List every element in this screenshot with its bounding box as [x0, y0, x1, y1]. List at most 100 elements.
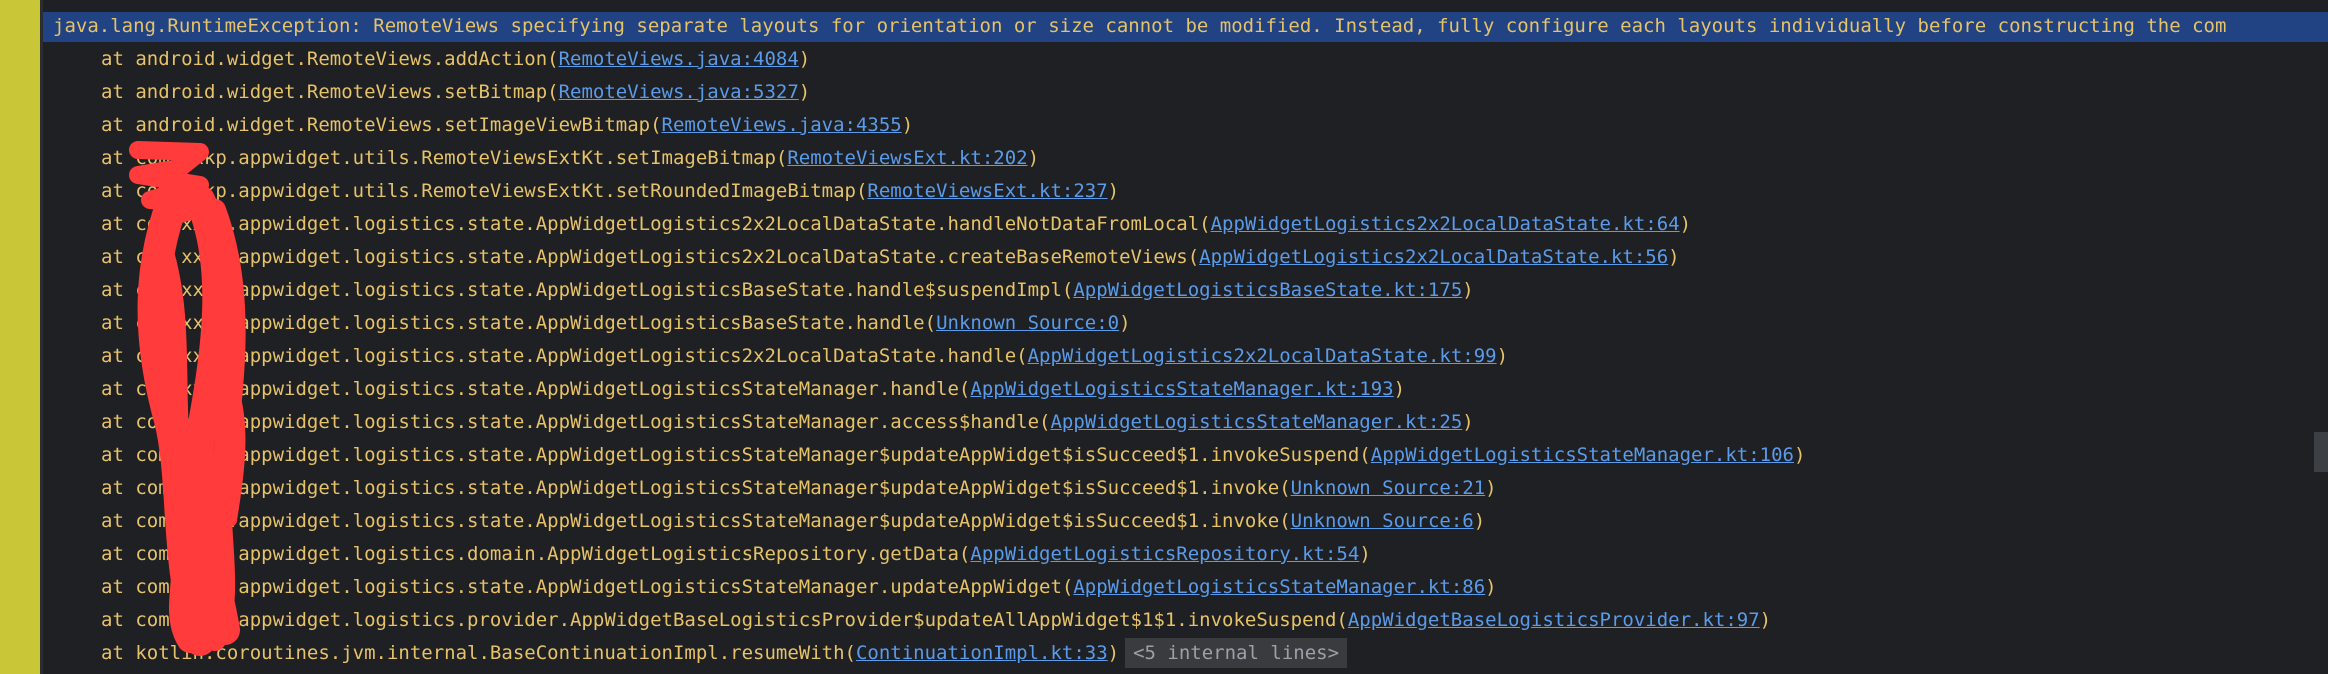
log-message: at com.xxkp.appwidget.logistics.state.Ap… [53, 208, 1691, 241]
log-text: com.xxkp.appwidget.logistics.state.AppWi… [135, 576, 1074, 598]
log-message: at com.xxkp.appwidget.logistics.state.Ap… [53, 571, 1497, 604]
log-text-suffix: ) [798, 81, 811, 103]
log-message: at android.widget.RemoteViews.addAction(… [53, 43, 810, 76]
log-text-suffix: ) [1496, 345, 1509, 367]
log-message: at com.xxkp.appwidget.logistics.state.Ap… [53, 505, 1485, 538]
stack-prefix: at [101, 477, 136, 499]
log-text-suffix: ) [1485, 576, 1497, 598]
log-message: at com.xxkp.appwidget.logistics.state.Ap… [53, 406, 1474, 439]
source-link[interactable]: ContinuationImpl.kt:33 [856, 642, 1108, 664]
log-text-suffix: ) [1393, 378, 1406, 400]
log-text: com.xxkp.appwidget.logistics.state.AppWi… [135, 477, 1291, 499]
source-link[interactable]: RemoteViews.java:4084 [559, 48, 799, 70]
log-text: android.widget.RemoteViews.addAction( [135, 48, 559, 70]
source-link[interactable]: RemoteViews.java:4355 [662, 114, 902, 136]
source-link[interactable]: Unknown Source:0 [936, 312, 1119, 334]
source-link[interactable]: AppWidgetLogisticsStateManager.kt:25 [1050, 411, 1462, 433]
stack-prefix: at [101, 378, 136, 400]
log-text: com.xxkp.appwidget.logistics.state.AppWi… [135, 213, 1211, 235]
source-link[interactable]: AppWidgetLogistics2x2LocalDataState.kt:6… [1211, 213, 1680, 235]
log-text-suffix: ) [1668, 246, 1680, 268]
log-text: com.xxkp.appwidget.logistics.state.AppWi… [135, 510, 1291, 532]
log-text: android.widget.RemoteViews.setBitmap( [135, 81, 559, 103]
log-text-suffix: ) [1794, 444, 1806, 466]
log-text: com.xxkp.appwidget.logistics.state.AppWi… [135, 345, 1028, 367]
log-message: at com.xxkp.appwidget.utils.RemoteViewsE… [53, 175, 1119, 208]
stack-prefix: at [101, 345, 136, 367]
stack-prefix: at [101, 81, 136, 103]
log-text: com.xxkp.appwidget.logistics.state.AppWi… [135, 411, 1051, 433]
stack-prefix: at [101, 279, 136, 301]
log-message: at kotlin.coroutines.jvm.internal.BaseCo… [53, 637, 1348, 670]
log-text-suffix: ) [1759, 609, 1772, 631]
log-text-suffix: ) [1473, 510, 1486, 532]
log-text-suffix: ) [1107, 180, 1120, 202]
source-link[interactable]: AppWidgetLogisticsStateManager.kt:86 [1073, 576, 1485, 598]
log-message: at com.xxkp.appwidget.logistics.state.Ap… [53, 307, 1131, 340]
source-link[interactable]: Unknown Source:21 [1291, 477, 1485, 499]
log-text: com.xxkp.appwidget.logistics.state.AppWi… [135, 444, 1371, 466]
stack-prefix: at [101, 147, 136, 169]
source-link[interactable]: AppWidgetLogisticsRepository.kt:54 [970, 543, 1359, 565]
log-text-suffix: ) [1462, 411, 1474, 433]
stack-prefix: at [101, 609, 136, 631]
log-text-suffix: ) [1359, 543, 1371, 565]
stack-prefix: at [101, 213, 136, 235]
scrollbar-thumb[interactable] [2314, 432, 2328, 472]
log-text: com.xxkp.appwidget.logistics.state.AppWi… [135, 246, 1200, 268]
log-message: at com.xxkp.appwidget.utils.RemoteViewsE… [53, 142, 1039, 175]
folded-lines-button[interactable]: <5 internal lines> [1125, 638, 1348, 668]
log-message: at com.xxkp.appwidget.logistics.state.Ap… [53, 241, 1680, 274]
stack-prefix: at [101, 642, 136, 664]
source-link[interactable]: RemoteViewsExt.kt:237 [867, 180, 1107, 202]
stack-prefix: at [101, 246, 136, 268]
logcat-console[interactable]: Wjava.lang.RuntimeException: RemoteViews… [43, 0, 2328, 674]
log-message: at com.xxkp.appwidget.logistics.provider… [53, 604, 1771, 637]
log-text-suffix: ) [1485, 477, 1497, 499]
log-message: at android.widget.RemoteViews.setBitmap(… [53, 76, 810, 109]
log-text-suffix: ) [1107, 642, 1120, 664]
log-text-suffix: ) [1119, 312, 1131, 334]
log-message: at com.xxkp.appwidget.logistics.domain.A… [53, 538, 1371, 571]
source-link[interactable]: AppWidgetLogisticsBaseState.kt:175 [1073, 279, 1462, 301]
log-text: android.widget.RemoteViews.setImageViewB… [135, 114, 662, 136]
source-link[interactable]: AppWidgetLogisticsStateManager.kt:106 [1371, 444, 1794, 466]
log-message: java.lang.RuntimeException: RemoteViews … [53, 10, 2226, 43]
log-text: com.xxkp.appwidget.logistics.state.AppWi… [135, 279, 1074, 301]
source-link[interactable]: AppWidgetLogistics2x2LocalDataState.kt:5… [1199, 246, 1668, 268]
log-message: at com.xxkp.appwidget.logistics.state.Ap… [53, 274, 1474, 307]
source-link[interactable]: AppWidgetLogistics2x2LocalDataState.kt:9… [1028, 345, 1497, 367]
stack-prefix: at [101, 180, 136, 202]
log-message: at com.xxkp.appwidget.logistics.state.Ap… [53, 472, 1497, 505]
log-message: at com.xxkp.appwidget.logistics.state.Ap… [53, 340, 1508, 373]
log-text-suffix: ) [1679, 213, 1692, 235]
log-text-suffix: ) [1027, 147, 1040, 169]
stack-prefix: at [101, 576, 136, 598]
source-link[interactable]: AppWidgetLogisticsStateManager.kt:193 [970, 378, 1393, 400]
source-link[interactable]: RemoteViewsExt.kt:202 [787, 147, 1027, 169]
log-text: com.xxkp.appwidget.logistics.domain.AppW… [135, 543, 971, 565]
log-message: at android.widget.RemoteViews.setImageVi… [53, 109, 913, 142]
stack-prefix: at [101, 543, 136, 565]
stack-prefix: at [101, 312, 136, 334]
log-text: com.xxkp.appwidget.logistics.state.AppWi… [135, 312, 937, 334]
source-link[interactable]: RemoteViews.java:5327 [559, 81, 799, 103]
log-message: at com.xxkp.appwidget.logistics.state.Ap… [53, 439, 1805, 472]
stack-prefix: at [101, 114, 136, 136]
log-text: java.lang.RuntimeException: RemoteViews … [53, 15, 2227, 37]
stack-prefix: at [101, 48, 136, 70]
log-text-suffix: ) [901, 114, 914, 136]
log-text: com.xxkp.appwidget.logistics.provider.Ap… [135, 609, 1348, 631]
stack-prefix: at [101, 411, 136, 433]
log-level-gutter [0, 0, 40, 674]
log-text: com.xxkp.appwidget.utils.RemoteViewsExtK… [135, 147, 788, 169]
log-message: at com.xxkp.appwidget.logistics.state.Ap… [53, 373, 1405, 406]
log-text: com.xxkp.appwidget.logistics.state.AppWi… [135, 378, 971, 400]
log-text: com.xxkp.appwidget.utils.RemoteViewsExtK… [135, 180, 868, 202]
stack-prefix: at [101, 510, 136, 532]
log-text-suffix: ) [798, 48, 811, 70]
source-link[interactable]: AppWidgetBaseLogisticsProvider.kt:97 [1348, 609, 1760, 631]
source-link[interactable]: Unknown Source:6 [1291, 510, 1474, 532]
log-text: kotlin.coroutines.jvm.internal.BaseConti… [135, 642, 856, 664]
log-text-suffix: ) [1462, 279, 1474, 301]
